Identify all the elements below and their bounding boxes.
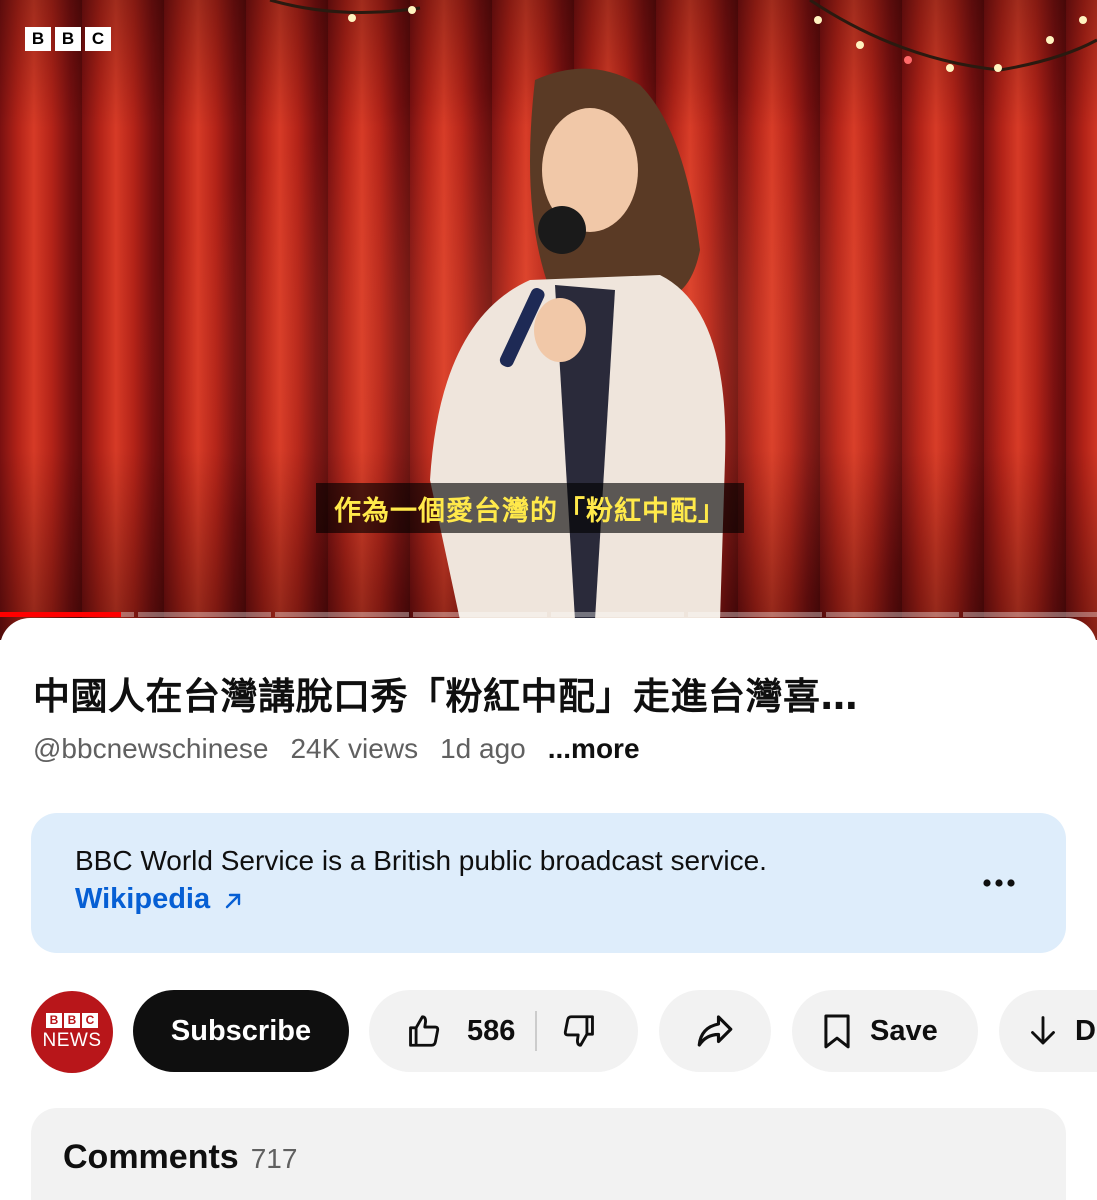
- wikipedia-link[interactable]: Wikipedia: [75, 883, 244, 916]
- video-title[interactable]: 中國人在台灣講脫口秀「粉紅中配」走進台灣喜…: [33, 666, 1073, 720]
- bbc-logo-letter: B: [55, 27, 81, 51]
- comments-count: 717: [250, 1143, 298, 1174]
- context-info-card: BBC World Service is a British public br…: [31, 813, 1066, 953]
- video-subtitle: 作為一個愛台灣的「粉紅中配」: [316, 483, 744, 533]
- wikipedia-link-label: Wikipedia: [75, 883, 211, 915]
- video-player[interactable]: B B C 作為一個愛台灣的「粉紅中配」: [0, 0, 1097, 640]
- thumbs-up-icon: [409, 1015, 440, 1047]
- dislike-button[interactable]: [537, 990, 621, 1072]
- bbc-logo-letter: B: [25, 27, 51, 51]
- avatar-label: NEWS: [42, 1029, 102, 1051]
- thumbs-down-icon: [564, 1015, 595, 1047]
- comments-title: Comments: [63, 1138, 239, 1176]
- share-icon: [697, 1015, 733, 1047]
- channel-avatar[interactable]: B B C NEWS: [31, 991, 113, 1073]
- performer-figure: [430, 68, 726, 620]
- comments-header: Comments 717: [63, 1138, 297, 1177]
- comments-section[interactable]: Comments 717: [31, 1108, 1066, 1200]
- bbc-logo: B B C: [25, 27, 111, 51]
- bbc-logo-letter: C: [85, 27, 111, 51]
- channel-handle[interactable]: @bbcnewschinese: [33, 733, 268, 765]
- video-progress-bar[interactable]: [0, 612, 1097, 617]
- avatar-logo: B B C: [46, 1012, 98, 1028]
- download-icon: [1031, 1016, 1055, 1045]
- video-details-sheet: 中國人在台灣講脫口秀「粉紅中配」走進台灣喜… @bbcnewschinese 2…: [0, 618, 1097, 1200]
- more-horizontal-icon[interactable]: [982, 868, 1016, 898]
- external-link-icon: [225, 893, 241, 908]
- subscribe-button[interactable]: Subscribe: [133, 990, 349, 1072]
- download-button[interactable]: D: [999, 990, 1097, 1072]
- info-card-text: BBC World Service is a British public br…: [75, 845, 767, 876]
- view-count: 24K views: [290, 733, 419, 764]
- share-button[interactable]: [659, 990, 771, 1072]
- save-label: Save: [870, 1014, 938, 1047]
- download-label: D: [1075, 1014, 1096, 1047]
- more-link[interactable]: ...more: [548, 733, 640, 765]
- like-button[interactable]: 586: [369, 990, 515, 1072]
- bookmark-icon: [824, 1014, 850, 1049]
- video-meta[interactable]: @bbcnewschinese 24K views 1d ago ...more: [33, 733, 640, 765]
- video-progress-played: [0, 612, 121, 617]
- action-bar: B B C NEWS Subscribe 586 Save D: [0, 990, 1097, 1073]
- like-count: 586: [467, 1014, 516, 1047]
- save-button[interactable]: Save: [792, 990, 978, 1072]
- upload-age: 1d ago: [440, 733, 526, 764]
- like-dislike-group: 586: [369, 990, 638, 1072]
